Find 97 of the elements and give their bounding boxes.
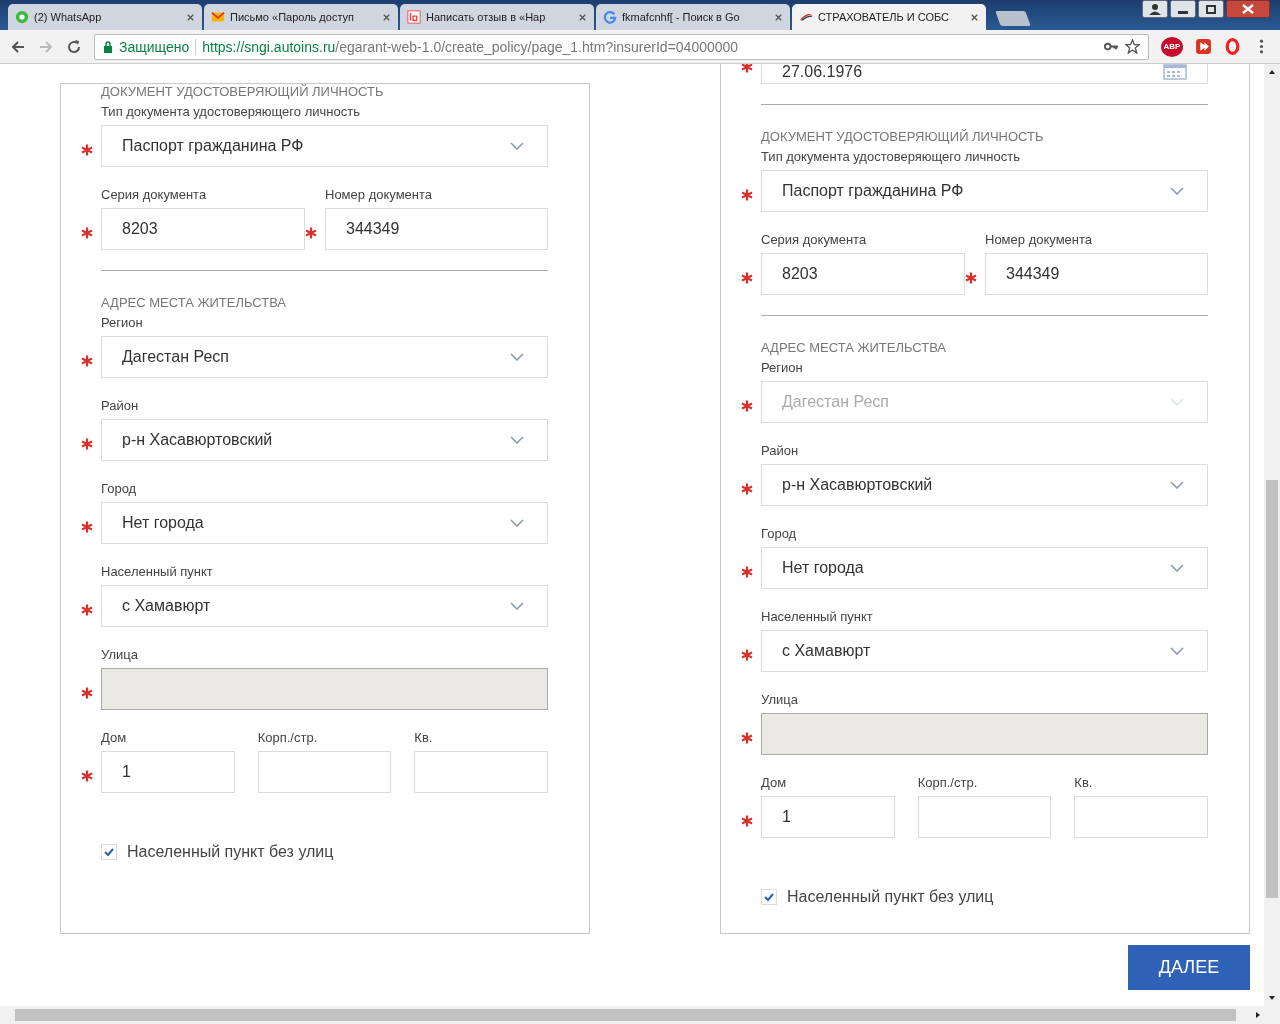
chevron-down-icon [510, 436, 524, 444]
series-input[interactable]: 8203 [761, 253, 965, 295]
date-field[interactable]: 27.06.1976 [761, 64, 1208, 84]
close-icon[interactable] [970, 12, 979, 22]
new-tab-button[interactable] [995, 11, 1031, 26]
browser-tab[interactable]: Написать отзыв в «Нар [400, 4, 594, 30]
reload-icon[interactable] [66, 38, 82, 55]
google-icon [603, 10, 617, 24]
user-icon[interactable] [1142, 0, 1168, 18]
close-window-icon[interactable] [1226, 0, 1270, 18]
document-type-dropdown[interactable]: Паспорт гражданина РФ [101, 125, 548, 167]
field-label: Населенный пункт [101, 564, 214, 579]
field-label: Серия документа [101, 187, 208, 202]
chat-icon [15, 10, 29, 24]
house-input[interactable] [1074, 796, 1208, 838]
field-label: Район [101, 398, 140, 413]
field-label: Тип документа удостоверяющего личность [101, 104, 361, 119]
scroll-right-icon[interactable] [1254, 1011, 1262, 1019]
field-label: Улица [761, 692, 799, 707]
house-input[interactable]: 1 [101, 751, 235, 793]
address-dropdown[interactable]: с Хамавюрт [761, 630, 1208, 672]
address-dropdown[interactable]: Дагестан Респ [101, 336, 548, 378]
browser-tab[interactable]: (2) WhatsApp [8, 4, 202, 30]
vertical-scrollbar[interactable] [1264, 64, 1280, 1006]
field-label: Дом [761, 775, 788, 790]
checkbox-label: Населенный пункт без улиц [127, 843, 334, 861]
scroll-thumb[interactable] [15, 1009, 1236, 1021]
lock-icon [103, 40, 113, 53]
chevron-down-icon [510, 602, 524, 610]
chevron-down-icon [1170, 398, 1184, 406]
series-input[interactable]: 8203 [101, 208, 305, 250]
number-input[interactable]: 344349 [325, 208, 548, 250]
checkbox-label: Населенный пункт без улиц [787, 888, 994, 906]
chevron-down-icon [1170, 647, 1184, 655]
field-label: Район [761, 443, 800, 458]
scroll-thumb[interactable] [1266, 480, 1278, 898]
ring-icon[interactable] [1224, 38, 1241, 55]
field-label: Корп./стр. [917, 775, 979, 790]
field-label: Улица [101, 647, 139, 662]
restore-icon[interactable] [1198, 0, 1224, 18]
page-url: https://sngi.autoins.ru/egarant-web-1.0/create_policy/page_1.htm?insurerId=04000000 [202, 38, 739, 55]
house-input[interactable] [257, 751, 392, 793]
security-label: Защищено [119, 38, 190, 55]
letter-icon [407, 10, 421, 24]
checkbox[interactable] [761, 889, 777, 905]
address-field[interactable]: Защищено https://sngi.autoins.ru/egarant-web-1.0/create_policy/page_1.htm?insurerId=04000000 [94, 33, 1149, 60]
back-icon[interactable] [10, 38, 26, 55]
close-icon[interactable] [774, 12, 783, 22]
field-label: Номер документа [985, 232, 1093, 247]
chevron-down-icon [1170, 187, 1184, 195]
close-icon[interactable] [578, 12, 587, 22]
number-input[interactable]: 344349 [985, 253, 1208, 295]
chevron-down-icon [1170, 564, 1184, 572]
field-label: Дом [101, 730, 128, 745]
chevron-down-icon [510, 353, 524, 361]
section-heading: АДРЕС МЕСТА ЖИТЕЛЬСТВА [101, 295, 288, 310]
chevron-down-icon [510, 142, 524, 150]
play-icon[interactable] [1195, 38, 1212, 55]
address-dropdown[interactable]: Нет города [101, 502, 548, 544]
field-label: Тип документа удостоверяющего личность [761, 149, 1021, 164]
section-heading: ДОКУМЕНТ УДОСТОВЕРЯЮЩИЙ ЛИЧНОСТЬ [761, 129, 1045, 144]
house-input[interactable]: 1 [761, 796, 895, 838]
adblock-extension-icon[interactable]: ABP [1161, 36, 1183, 57]
browser-tab[interactable]: СТРАХОВАТЕЛЬ И СОБС [792, 4, 986, 30]
minimize-icon[interactable] [1170, 0, 1196, 18]
scroll-down-icon[interactable] [1268, 994, 1276, 1002]
field-label: Город [101, 481, 138, 496]
house-input[interactable] [414, 751, 548, 793]
close-icon[interactable] [186, 12, 195, 22]
chevron-down-icon [1170, 481, 1184, 489]
field-label: Регион [761, 360, 804, 375]
field-label: Кв. [1074, 775, 1094, 790]
scroll-up-icon[interactable] [1268, 68, 1276, 76]
address-dropdown[interactable]: Нет города [761, 547, 1208, 589]
star-icon[interactable] [1125, 39, 1140, 54]
field-label: Корп./стр. [257, 730, 319, 745]
field-label: Населенный пункт [761, 609, 874, 624]
field-label: Серия документа [761, 232, 868, 247]
document-type-dropdown[interactable]: Паспорт гражданина РФ [761, 170, 1208, 212]
field-label: Город [761, 526, 798, 541]
section-heading: АДРЕС МЕСТА ЖИТЕЛЬСТВА [761, 340, 948, 355]
address-dropdown[interactable]: с Хамавюрт [101, 585, 548, 627]
field-label: Регион [101, 315, 144, 330]
horizontal-scrollbar[interactable] [0, 1006, 1280, 1024]
section-heading: ДОКУМЕНТ УДОСТОВЕРЯЮЩИЙ ЛИЧНОСТЬ [101, 84, 385, 99]
field-label: Кв. [414, 730, 434, 745]
browser-tab[interactable]: Письмо «Пароль доступ [204, 4, 398, 30]
house-input[interactable] [917, 796, 1052, 838]
browser-tab[interactable]: fkmafcnhf[ - Поиск в Go [596, 4, 790, 30]
chevron-down-icon [510, 519, 524, 527]
checkbox[interactable] [101, 844, 117, 860]
address-dropdown[interactable]: р-н Хасавюртовский [761, 464, 1208, 506]
next-button[interactable]: ДАЛЕЕ [1128, 945, 1250, 990]
address-dropdown[interactable]: р-н Хасавюртовский [101, 419, 548, 461]
envelope-icon [211, 10, 225, 24]
field-label: Номер документа [325, 187, 433, 202]
close-icon[interactable] [382, 12, 391, 22]
